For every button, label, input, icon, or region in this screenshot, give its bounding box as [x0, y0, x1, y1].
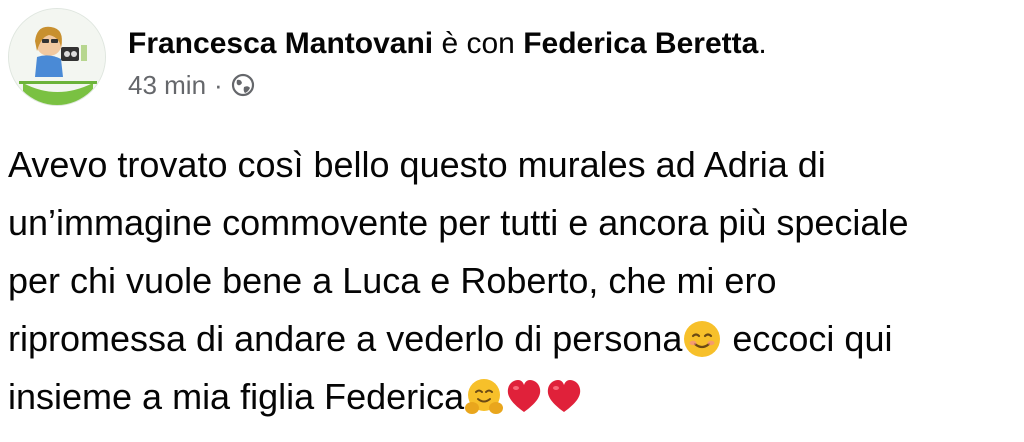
- post-timestamp-link[interactable]: 43 min: [128, 70, 206, 100]
- facebook-post: Francesca Mantovani è con Federica Beret…: [0, 0, 1024, 442]
- post-text-line: ripromessa di andare a vederlo di person…: [8, 310, 1008, 368]
- hugging-face-icon: [465, 379, 504, 414]
- avatar[interactable]: [8, 8, 106, 106]
- author-name-link[interactable]: Francesca Mantovani: [128, 27, 433, 60]
- post-meta: Francesca Mantovani è con Federica Beret…: [128, 26, 767, 100]
- red-heart-icon: [548, 380, 581, 412]
- post-body: Avevo trovato così bello questo murales …: [8, 136, 1008, 426]
- post-text-line: un’immagine commovente per tutti e ancor…: [8, 202, 909, 243]
- post-text-segment: ripromessa di andare a vederlo di person…: [8, 318, 683, 359]
- post-text-line: Avevo trovato così bello questo murales …: [8, 144, 826, 185]
- meta-separator: ·: [214, 70, 223, 100]
- with-connector-text: è con: [441, 27, 515, 60]
- post-text-line: insieme a mia figlia Federica: [8, 368, 1008, 426]
- smiling-face-icon: [684, 321, 721, 357]
- post-text-segment: eccoci qui: [722, 318, 893, 359]
- red-heart-icon: [508, 380, 541, 412]
- post-subline: 43 min ·: [128, 70, 767, 100]
- tagged-person-link[interactable]: Federica Beretta: [523, 27, 758, 60]
- post-title-line: Francesca Mantovani è con Federica Beret…: [128, 26, 767, 62]
- post-header: Francesca Mantovani è con Federica Beret…: [8, 8, 767, 106]
- post-text-line: per chi vuole bene a Luca e Roberto, che…: [8, 260, 777, 301]
- globe-icon[interactable]: [231, 73, 255, 97]
- post-text-segment: insieme a mia figlia Federica: [8, 376, 465, 417]
- title-period: .: [758, 27, 767, 60]
